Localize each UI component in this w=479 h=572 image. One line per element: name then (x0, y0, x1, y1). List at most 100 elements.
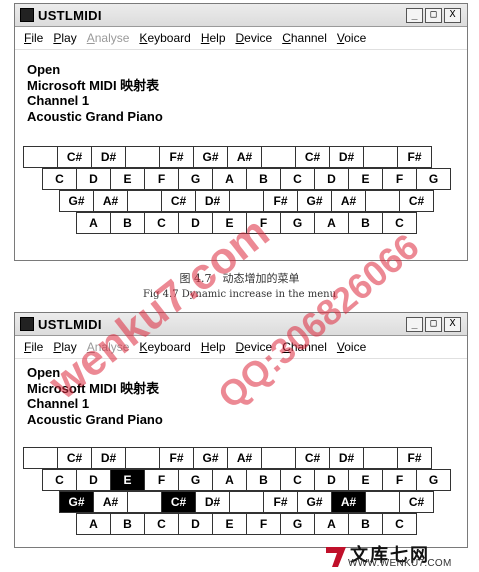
piano-key[interactable]: C (42, 168, 77, 190)
piano-key[interactable]: D# (195, 491, 230, 513)
piano-key[interactable]: B (348, 513, 383, 535)
piano-key[interactable]: A (314, 212, 349, 234)
close-button[interactable]: X (444, 7, 461, 23)
piano-key[interactable]: G# (193, 146, 228, 168)
piano-key[interactable] (229, 491, 264, 513)
menu-file[interactable]: File (19, 340, 48, 354)
piano-key[interactable]: F# (263, 491, 298, 513)
piano-key[interactable] (23, 447, 58, 469)
piano-key[interactable]: E (348, 168, 383, 190)
piano-key[interactable]: D (178, 513, 213, 535)
piano-key[interactable]: E (110, 469, 145, 491)
piano-key[interactable] (365, 190, 400, 212)
piano-key[interactable]: E (348, 469, 383, 491)
piano-key[interactable]: G# (59, 491, 94, 513)
maximize-button[interactable]: □ (425, 316, 442, 332)
maximize-button[interactable]: □ (425, 7, 442, 23)
menu-file[interactable]: File (19, 31, 48, 45)
piano-key[interactable] (363, 146, 398, 168)
piano-key[interactable]: G (416, 469, 451, 491)
piano-key[interactable]: A# (93, 190, 128, 212)
piano-key[interactable] (23, 146, 58, 168)
piano-key[interactable]: C (382, 513, 417, 535)
piano-key[interactable]: F (246, 513, 281, 535)
piano-key[interactable]: F (144, 469, 179, 491)
piano-key[interactable]: A (76, 212, 111, 234)
piano-key[interactable]: D# (91, 146, 126, 168)
piano-key[interactable] (127, 491, 162, 513)
piano-key[interactable]: C# (295, 447, 330, 469)
piano-key[interactable] (261, 447, 296, 469)
piano-key[interactable]: C (42, 469, 77, 491)
piano-key[interactable]: C (144, 513, 179, 535)
piano-key[interactable]: B (246, 168, 281, 190)
piano-key[interactable]: G# (297, 190, 332, 212)
piano-key[interactable]: G (416, 168, 451, 190)
piano-key[interactable] (127, 190, 162, 212)
piano-key[interactable]: F# (263, 190, 298, 212)
piano-key[interactable]: C# (295, 146, 330, 168)
title-bar[interactable]: USTLMIDI _ □ X (15, 4, 467, 27)
piano-key[interactable]: D# (91, 447, 126, 469)
piano-key[interactable]: A (212, 469, 247, 491)
piano-key[interactable]: B (110, 212, 145, 234)
piano-key[interactable]: A (212, 168, 247, 190)
minimize-button[interactable]: _ (406, 7, 423, 23)
piano-key[interactable]: A (314, 513, 349, 535)
piano-key[interactable]: B (110, 513, 145, 535)
piano-key[interactable]: E (212, 513, 247, 535)
piano-key[interactable]: D (76, 168, 111, 190)
piano-key[interactable]: C# (161, 190, 196, 212)
piano-key[interactable]: G (280, 513, 315, 535)
menu-keyboard[interactable]: Keyboard (134, 31, 195, 45)
title-bar[interactable]: USTLMIDI _ □ X (15, 313, 467, 336)
piano-key[interactable]: F (382, 168, 417, 190)
piano-key[interactable]: G (178, 168, 213, 190)
piano-key[interactable]: A# (331, 491, 366, 513)
piano-key[interactable] (125, 146, 160, 168)
piano-key[interactable] (261, 146, 296, 168)
menu-help[interactable]: Help (196, 340, 231, 354)
piano-key[interactable]: F# (397, 146, 432, 168)
menu-channel[interactable]: Channel (277, 31, 332, 45)
menu-play[interactable]: Play (48, 31, 81, 45)
piano-key[interactable]: C (144, 212, 179, 234)
piano-key[interactable]: F# (159, 146, 194, 168)
piano-key[interactable]: A# (331, 190, 366, 212)
piano-key[interactable]: C (280, 469, 315, 491)
piano-key[interactable]: D# (195, 190, 230, 212)
piano-key[interactable]: G (280, 212, 315, 234)
piano-key[interactable]: D# (329, 146, 364, 168)
menu-device[interactable]: Device (231, 31, 278, 45)
minimize-button[interactable]: _ (406, 316, 423, 332)
piano-key[interactable]: F# (159, 447, 194, 469)
piano-key[interactable]: G# (59, 190, 94, 212)
piano-key[interactable]: C (280, 168, 315, 190)
menu-voice[interactable]: Voice (332, 340, 371, 354)
menu-voice[interactable]: Voice (332, 31, 371, 45)
piano-key[interactable] (365, 491, 400, 513)
piano-key[interactable]: B (246, 469, 281, 491)
piano-key[interactable]: D# (329, 447, 364, 469)
piano-key[interactable]: D (314, 469, 349, 491)
piano-key[interactable]: C# (399, 491, 434, 513)
piano-key[interactable]: F# (397, 447, 432, 469)
menu-help[interactable]: Help (196, 31, 231, 45)
piano-key[interactable]: A (76, 513, 111, 535)
piano-key[interactable]: G# (297, 491, 332, 513)
piano-key[interactable]: C# (57, 447, 92, 469)
piano-key[interactable] (363, 447, 398, 469)
piano-key[interactable]: F (144, 168, 179, 190)
piano-key[interactable]: B (348, 212, 383, 234)
piano-key[interactable]: C# (161, 491, 196, 513)
piano-key[interactable]: C# (399, 190, 434, 212)
piano-key[interactable]: A# (227, 447, 262, 469)
piano-key[interactable]: A# (227, 146, 262, 168)
piano-key[interactable]: C# (57, 146, 92, 168)
piano-key[interactable] (125, 447, 160, 469)
piano-key[interactable]: F (382, 469, 417, 491)
close-button[interactable]: X (444, 316, 461, 332)
piano-key[interactable]: G (178, 469, 213, 491)
piano-key[interactable]: E (110, 168, 145, 190)
piano-key[interactable]: A# (93, 491, 128, 513)
